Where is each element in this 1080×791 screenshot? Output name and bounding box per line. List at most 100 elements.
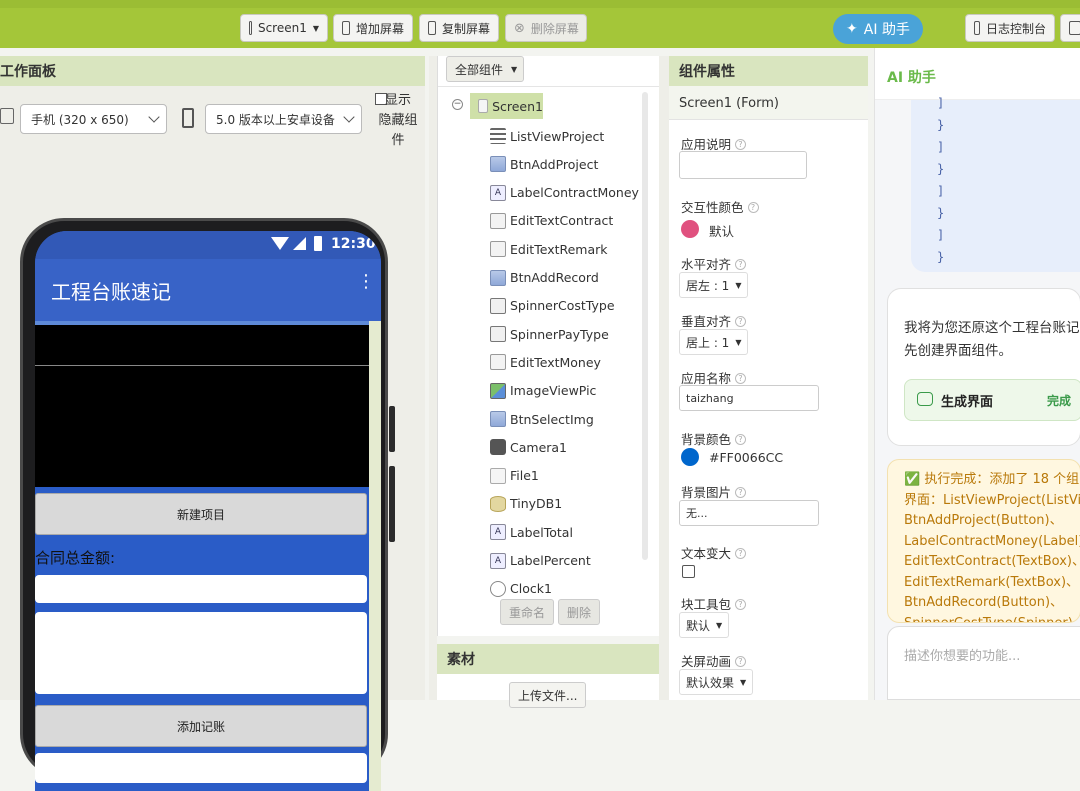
bg-image-input[interactable]: 无... bbox=[679, 500, 819, 526]
app-name-input[interactable]: taizhang bbox=[679, 385, 819, 411]
upload-file-button[interactable]: 上传文件... bbox=[509, 682, 587, 708]
console-icon bbox=[974, 21, 980, 35]
big-text-checkbox[interactable] bbox=[682, 565, 695, 578]
component-item-label: LabelContractMoney bbox=[510, 185, 639, 201]
add-screen-icon bbox=[342, 21, 350, 35]
gutter-2 bbox=[659, 56, 669, 700]
help-icon[interactable]: ? bbox=[735, 599, 747, 610]
extra-toolbar-button[interactable] bbox=[1060, 14, 1080, 42]
list-icon bbox=[490, 128, 506, 144]
chevron-down-icon bbox=[343, 111, 355, 123]
component-item[interactable]: Clock1 bbox=[490, 577, 552, 601]
tree-root-screen1[interactable]: Screen1 bbox=[470, 93, 543, 119]
device-size-select[interactable]: 手机 (320 x 650) bbox=[20, 104, 167, 134]
label-icon: A bbox=[490, 552, 506, 569]
tree-scrollbar[interactable] bbox=[642, 92, 648, 560]
status-time: 12:30 bbox=[331, 236, 376, 252]
code-line: } bbox=[937, 250, 945, 264]
component-item-label: LabelPercent bbox=[510, 553, 591, 568]
edit-text-contract[interactable] bbox=[35, 575, 367, 603]
component-item[interactable]: EditTextMoney bbox=[490, 350, 601, 374]
component-item-label: SpinnerPayType bbox=[510, 326, 609, 342]
android-version-select[interactable]: 5.0 版本以上安卓设备 bbox=[205, 104, 362, 134]
help-icon[interactable]: ? bbox=[735, 548, 747, 559]
component-item[interactable]: EditTextContract bbox=[490, 209, 613, 233]
ai-prompt-placeholder: 描述你想要的功能... bbox=[904, 649, 1021, 664]
component-item[interactable]: ImageViewPic bbox=[490, 379, 596, 403]
media-panel: 上传文件... bbox=[437, 674, 659, 708]
component-item[interactable]: TinyDB1 bbox=[490, 492, 562, 516]
component-item-label: Camera1 bbox=[510, 439, 568, 455]
textbox-icon bbox=[490, 212, 506, 229]
panel-icon bbox=[1069, 21, 1080, 35]
bg-color-swatch[interactable] bbox=[681, 448, 699, 466]
battery-icon bbox=[314, 236, 322, 251]
log-console-button[interactable]: 日志控制台 bbox=[965, 14, 1055, 42]
show-hidden-label: 显示 隐藏组 件 bbox=[378, 93, 418, 148]
task-card[interactable]: 生成界面 完成 bbox=[904, 379, 1080, 421]
help-icon[interactable]: ? bbox=[735, 656, 747, 667]
component-item[interactable]: Camera1 bbox=[490, 435, 567, 459]
close-anim-select[interactable]: 默认效果 ▼ bbox=[679, 669, 754, 695]
code-line: } bbox=[937, 118, 945, 132]
align-v-label: 垂直对齐? bbox=[681, 311, 747, 330]
rename-button[interactable]: 重命名 bbox=[500, 599, 555, 625]
help-icon[interactable]: ? bbox=[735, 139, 747, 150]
component-item[interactable]: EditTextRemark bbox=[490, 237, 608, 261]
accent-color-swatch[interactable] bbox=[681, 220, 699, 238]
screen-select[interactable]: Screen1 ▼ bbox=[240, 14, 328, 42]
delete-screen-button[interactable]: ⊗ 删除屏幕 bbox=[505, 14, 587, 42]
help-icon[interactable]: ? bbox=[747, 202, 759, 213]
help-icon[interactable]: ? bbox=[735, 259, 747, 270]
clock-icon bbox=[490, 580, 506, 597]
help-icon[interactable]: ? bbox=[735, 373, 747, 384]
component-item[interactable]: A LabelContractMoney bbox=[490, 181, 639, 205]
component-item-label: ImageViewPic bbox=[510, 383, 597, 399]
component-item[interactable]: A LabelPercent bbox=[490, 549, 591, 573]
add-record-button[interactable]: 添加记账 bbox=[35, 705, 367, 747]
list-view-project[interactable] bbox=[35, 325, 369, 487]
copy-icon bbox=[428, 21, 436, 35]
align-v-select[interactable]: 居上 : 1 ▼ bbox=[679, 329, 749, 355]
component-item[interactable]: BtnSelectImg bbox=[490, 407, 594, 431]
component-item-label: BtnAddProject bbox=[510, 156, 599, 172]
scrollbar-track[interactable] bbox=[369, 321, 381, 791]
tablet-icon[interactable] bbox=[0, 108, 14, 124]
bg-image-label: 背景图片? bbox=[681, 482, 747, 501]
component-item[interactable]: A LabelTotal bbox=[490, 520, 573, 544]
component-item[interactable]: BtnAddRecord bbox=[490, 266, 599, 290]
phone-side-button bbox=[389, 406, 395, 452]
ai-assistant-button[interactable]: ✦ AI 助手 bbox=[833, 14, 923, 44]
spinner-cost-type[interactable] bbox=[35, 753, 367, 783]
app-title: 工程台账速记 bbox=[51, 279, 171, 304]
component-item[interactable]: SpinnerCostType bbox=[490, 294, 615, 318]
add-screen-button[interactable]: 增加屏幕 bbox=[333, 14, 413, 42]
align-h-select[interactable]: 居左 : 1 ▼ bbox=[679, 272, 749, 298]
component-filter-select[interactable]: 全部组件 ▼ bbox=[446, 56, 524, 82]
edit-text-remark[interactable] bbox=[35, 612, 367, 694]
ai-result-text: ✅ 执行完成：添加了 18 个组 界面：ListViewProject(List… bbox=[904, 472, 1080, 623]
copy-screen-button[interactable]: 复制屏幕 bbox=[419, 14, 499, 42]
image-icon bbox=[490, 382, 506, 399]
component-item[interactable]: SpinnerPayType bbox=[490, 322, 609, 346]
properties-subject: Screen1 (Form) bbox=[669, 86, 868, 120]
help-icon[interactable]: ? bbox=[735, 434, 747, 445]
phone-preview-icon[interactable] bbox=[182, 108, 194, 128]
app-desc-textarea[interactable] bbox=[679, 151, 807, 179]
file-icon bbox=[490, 467, 506, 484]
new-project-button[interactable]: 新建项目 bbox=[35, 493, 367, 535]
ai-prompt-input[interactable]: 描述你想要的功能... bbox=[887, 626, 1080, 700]
overflow-menu-icon[interactable]: ⋮ bbox=[357, 273, 375, 291]
component-item[interactable]: BtnAddProject bbox=[490, 152, 598, 176]
blocks-toolkit-select[interactable]: 默认 ▼ bbox=[679, 612, 730, 638]
textbox-icon bbox=[490, 241, 506, 258]
component-item[interactable]: ListViewProject bbox=[490, 124, 604, 148]
help-icon[interactable]: ? bbox=[735, 316, 747, 327]
bg-color-label: 背景颜色? bbox=[681, 429, 747, 448]
collapse-icon[interactable]: − bbox=[452, 99, 463, 110]
delete-component-button[interactable]: 删除 bbox=[558, 599, 601, 625]
component-item[interactable]: File1 bbox=[490, 464, 539, 488]
chevron-down-icon bbox=[148, 111, 160, 123]
caret-down-icon: ▼ bbox=[312, 23, 319, 33]
help-icon[interactable]: ? bbox=[735, 487, 747, 498]
